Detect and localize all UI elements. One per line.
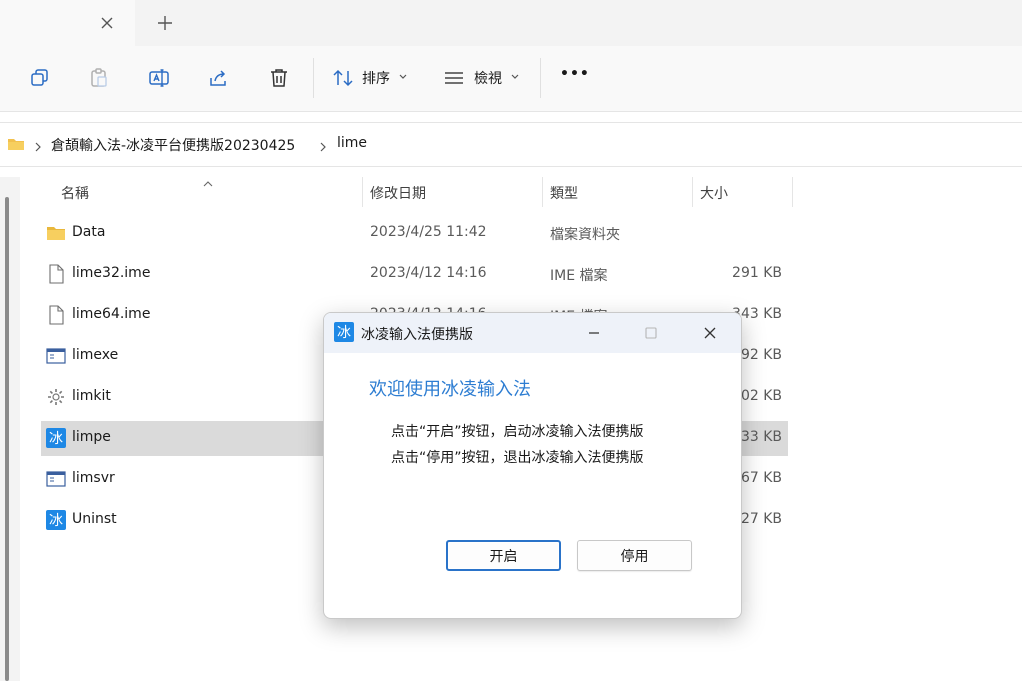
file-icon	[46, 305, 66, 325]
maximize-icon	[641, 323, 661, 343]
chevron-down-icon[interactable]	[396, 68, 410, 82]
more-options-button[interactable]: •••	[560, 66, 590, 82]
start-button[interactable]: 开启	[446, 540, 561, 571]
address-bar[interactable]: 倉頡輸入法-冰凌平台便携版20230425 lime	[0, 122, 1022, 167]
file-name: limpe	[72, 429, 111, 445]
column-divider[interactable]	[692, 177, 693, 207]
file-name: Data	[72, 224, 106, 240]
view-icon[interactable]	[442, 66, 466, 90]
delete-icon[interactable]	[267, 66, 291, 90]
new-tab-icon[interactable]	[155, 13, 175, 33]
svg-text:冰: 冰	[49, 431, 63, 447]
chevron-down-icon[interactable]	[508, 68, 522, 82]
file-date: 2023/4/12 14:16	[370, 265, 487, 281]
folder-icon	[46, 223, 66, 243]
dialog-title: 冰凌输入法便携版	[361, 327, 473, 343]
file-date: 2023/4/25 11:42	[370, 224, 487, 240]
file-row[interactable]: lime32.ime 2023/4/12 14:16 IME 檔案 291 KB	[41, 257, 788, 292]
minimize-icon[interactable]	[584, 323, 604, 343]
sort-icon[interactable]	[331, 66, 355, 90]
file-name: Uninst	[72, 511, 117, 527]
gear-icon	[46, 387, 66, 407]
file-size: 67 KB	[740, 470, 782, 486]
file-name: lime32.ime	[72, 265, 151, 281]
scrollbar-thumb[interactable]	[5, 197, 9, 681]
dialog-heading: 欢迎使用冰凌输入法	[369, 379, 531, 400]
file-size: 92 KB	[740, 347, 782, 363]
file-type: 檔案資料夾	[550, 227, 620, 243]
file-name: limkit	[72, 388, 111, 404]
sort-button-label[interactable]: 排序	[362, 68, 390, 88]
navigation-pane	[0, 177, 20, 681]
dialog-icon-glyph: 冰	[337, 325, 351, 341]
ice-app-icon: 冰	[46, 428, 66, 448]
command-bar: 排序 檢視 •••	[0, 46, 1022, 112]
copy-icon[interactable]	[28, 66, 52, 90]
close-tab-icon[interactable]	[97, 13, 117, 33]
column-divider[interactable]	[792, 177, 793, 207]
close-icon[interactable]	[700, 323, 720, 343]
file-name: lime64.ime	[72, 306, 151, 322]
breadcrumb-item-current[interactable]: lime	[337, 135, 367, 151]
svg-text:冰: 冰	[49, 513, 63, 529]
file-size: 33 KB	[740, 429, 782, 445]
lime-portable-dialog: 冰 冰凌输入法便携版 欢迎使用冰凌输入法 点击“开启”按钮，启动冰凌输入法便携版…	[323, 312, 742, 619]
sort-ascending-icon	[203, 173, 213, 187]
paste-icon[interactable]	[87, 66, 111, 90]
file-name: limexe	[72, 347, 119, 363]
dialog-title-bar[interactable]: 冰 冰凌输入法便携版	[324, 313, 741, 353]
column-header-name[interactable]: 名稱	[61, 183, 89, 203]
chevron-right-icon	[33, 138, 43, 152]
dialog-instruction-stop: 点击“停用”按钮，退出冰凌输入法便携版	[391, 450, 644, 466]
app-window-icon	[46, 346, 66, 366]
column-header-size[interactable]: 大小	[700, 183, 728, 203]
column-divider[interactable]	[542, 177, 543, 207]
file-icon	[46, 264, 66, 284]
breadcrumb-item-parent[interactable]: 倉頡輸入法-冰凌平台便携版20230425	[51, 135, 295, 155]
file-row[interactable]: Data 2023/4/25 11:42 檔案資料夾	[41, 216, 788, 251]
view-button-label[interactable]: 檢視	[474, 68, 502, 88]
chevron-right-icon	[318, 138, 328, 152]
share-icon[interactable]	[207, 66, 231, 90]
toolbar-separator	[540, 58, 541, 98]
dialog-instruction-start: 点击“开启”按钮，启动冰凌输入法便携版	[391, 424, 644, 440]
file-name: limsvr	[72, 470, 115, 486]
stop-button[interactable]: 停用	[577, 540, 692, 571]
file-type: IME 檔案	[550, 268, 608, 284]
rename-icon[interactable]	[147, 66, 171, 90]
toolbar-separator	[313, 58, 314, 98]
file-size: 291 KB	[732, 265, 782, 281]
column-header-type[interactable]: 類型	[550, 183, 578, 203]
file-size: 27 KB	[740, 511, 782, 527]
column-divider[interactable]	[362, 177, 363, 207]
ice-app-icon: 冰	[46, 510, 66, 530]
tab-strip	[0, 0, 1022, 46]
ice-app-icon: 冰	[334, 322, 354, 342]
folder-icon	[7, 136, 25, 152]
column-header-modified[interactable]: 修改日期	[370, 183, 426, 203]
app-window-icon	[46, 469, 66, 489]
